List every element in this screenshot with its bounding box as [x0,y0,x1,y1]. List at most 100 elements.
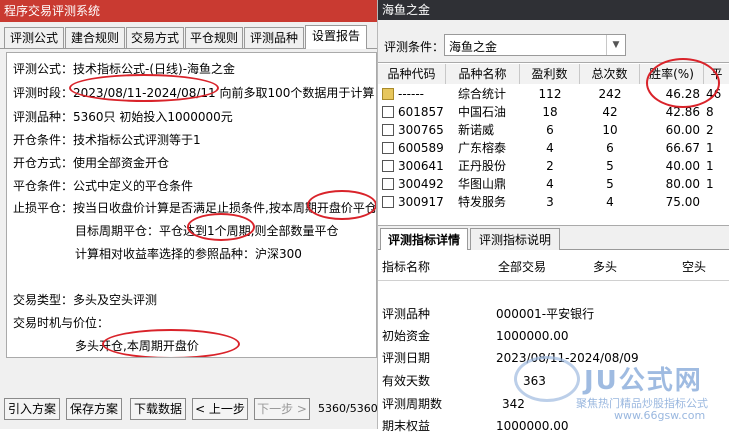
row-cell-name: 华图山鼎 [458,177,507,191]
document-icon [382,196,394,208]
report-line-target-period: 目标周期平仓：平仓达到1个周期,则全部数量平仓 [75,224,339,238]
tab-metric-details[interactable]: 评测指标详情 [380,228,468,250]
report-line-symbols: 评测品种：5360只 初始投入1000000元 [13,110,233,124]
prev-step-button[interactable]: < 上一步 [192,398,248,420]
detail-name: 评测品种 [382,307,431,321]
detail-header-short: 空头 [682,260,707,274]
condition-label: 评测条件： [384,40,445,54]
detail-name: 初始资金 [382,329,431,343]
col-header-profit[interactable]: 盈利数 [520,64,580,84]
save-plan-button[interactable]: 保存方案 [66,398,122,420]
detail-value: 1000000.00 [496,329,569,343]
report-line-trade-type: 交易类型：多头及空头评测 [13,293,158,307]
tab-report-settings[interactable]: 设置报告 [305,25,367,49]
watermark-logo-icon [514,356,580,402]
row-cell-rate: 46.28 [665,87,700,101]
report-line-period: 评测时段：2023/08/11-2024/08/11 向前多取100个数据用于计… [13,86,377,100]
row-cell-total: 6 [606,141,614,155]
row-cell-rate: 66.67 [665,141,700,155]
row-cell-rate: 40.00 [665,159,700,173]
tab-trade-mode[interactable]: 交易方式 [126,27,184,48]
watermark-url: www.66gsw.com [614,409,706,422]
tab-close-rules[interactable]: 平仓规则 [185,27,243,48]
row-cell-name: 特发服务 [458,195,507,209]
col-header-name[interactable]: 品种名称 [446,64,520,84]
row-cell-code: 300492 [398,177,444,191]
document-icon [382,124,394,136]
next-step-button[interactable]: 下一步 > [254,398,310,420]
download-data-button[interactable]: 下载数据 [130,398,186,420]
row-cell-rate: 75.00 [665,195,700,209]
row-cell-total: 242 [598,87,622,101]
row-cell-code: 600589 [398,141,444,155]
row-cell-extra: 1 [706,141,714,155]
row-cell-rate: 42.86 [665,105,700,119]
report-line-long-open: 多头开仓,本周期开盘价 [75,339,199,353]
row-cell-code: 300765 [398,123,444,137]
detail-name: 期末权益 [382,419,431,433]
right-window-title: 海鱼之金 [378,0,729,20]
detail-name: 评测周期数 [382,397,443,411]
row-cell-total: 4 [606,195,614,209]
col-header-total[interactable]: 总次数 [580,64,640,84]
detail-name: 有效天数 [382,374,431,388]
condition-select-value: 海鱼之金 [449,40,498,54]
row-cell-rate: 60.00 [665,123,700,137]
report-line-benchmark: 计算相对收益率选择的参照品种：沪深300 [75,247,302,261]
row-cell-code: 300917 [398,195,444,209]
condition-select[interactable]: 海鱼之金 ▼ [444,34,626,56]
detail-name: 评测日期 [382,351,431,365]
document-icon [382,106,394,118]
row-cell-profit: 6 [546,123,554,137]
row-cell-extra: 1 [706,177,714,191]
tab-metric-explanation[interactable]: 评测指标说明 [470,228,560,250]
detail-value: 000001-平安银行 [496,307,595,321]
row-cell-extra [706,194,728,211]
strategy-test-window: 程序交易评测系统 评测公式 建合规则 交易方式 平仓规则 评测品种 设置报告 评… [0,0,378,429]
row-cell-total: 42 [602,105,618,119]
detail-header-long: 多头 [593,260,618,274]
report-line-stoploss: 止损平仓：按当日收盘价计算是否满足止损条件,按本周期开盘价平仓 [13,201,377,215]
col-header-extra[interactable]: 平 [704,64,729,84]
row-cell-profit: 4 [546,177,554,191]
tab-formula[interactable]: 评测公式 [4,27,64,48]
row-cell-profit: 3 [546,195,554,209]
row-cell-code: 300641 [398,159,444,173]
report-panel: 评测公式：技术指标公式-(日线)-海鱼之金 评测时段：2023/08/11-20… [6,52,377,358]
col-header-code[interactable]: 品种代码 [378,64,446,84]
document-icon [382,142,394,154]
result-window: 海鱼之金 评测条件： 海鱼之金 ▼ 品种代码 品种名称 盈利数 总次数 胜率(%… [378,0,729,433]
row-cell-total: 10 [602,123,618,137]
row-cell-code: ------ [398,87,424,101]
import-plan-button[interactable]: 引入方案 [4,398,60,420]
row-cell-total: 5 [606,159,614,173]
left-window-title: 程序交易评测系统 [0,0,377,22]
row-cell-extra: 8 [706,105,714,119]
row-cell-profit: 2 [546,159,554,173]
report-line-open-condition: 开仓条件：技术指标公式评测等于1 [13,133,201,147]
tab-open-rules[interactable]: 建合规则 [65,27,125,48]
report-line-close-condition: 平仓条件：公式中定义的平仓条件 [13,179,194,193]
row-cell-rate: 80.00 [665,177,700,191]
detail-header-all: 全部交易 [498,260,547,274]
col-header-winrate[interactable]: 胜率(%) [640,64,704,84]
row-cell-total: 5 [606,177,614,191]
row-cell-extra: 1 [706,159,714,173]
row-cell-name: 中国石油 [458,105,507,119]
report-line-formula: 评测公式：技术指标公式-(日线)-海鱼之金 [13,62,236,76]
row-cell-extra: 2 [706,123,714,137]
row-cell-profit: 4 [546,141,554,155]
detail-header-name: 指标名称 [382,260,431,274]
chevron-down-icon[interactable]: ▼ [606,35,625,55]
report-line-open-mode: 开仓方式：使用全部资金开仓 [13,156,170,170]
row-cell-profit: 18 [542,105,558,119]
detail-value: 1000000.00 [496,419,569,433]
summary-folder-icon [382,88,394,100]
watermark-brand: JU公式网 [584,366,703,396]
report-line-trade-timing: 交易时机与价位： [13,316,110,330]
row-cell-name: 新诺威 [458,123,495,137]
document-icon [382,160,394,172]
document-icon [382,178,394,190]
tab-test-symbols[interactable]: 评测品种 [244,27,304,48]
progress-count: 5360/5360 [318,402,378,415]
